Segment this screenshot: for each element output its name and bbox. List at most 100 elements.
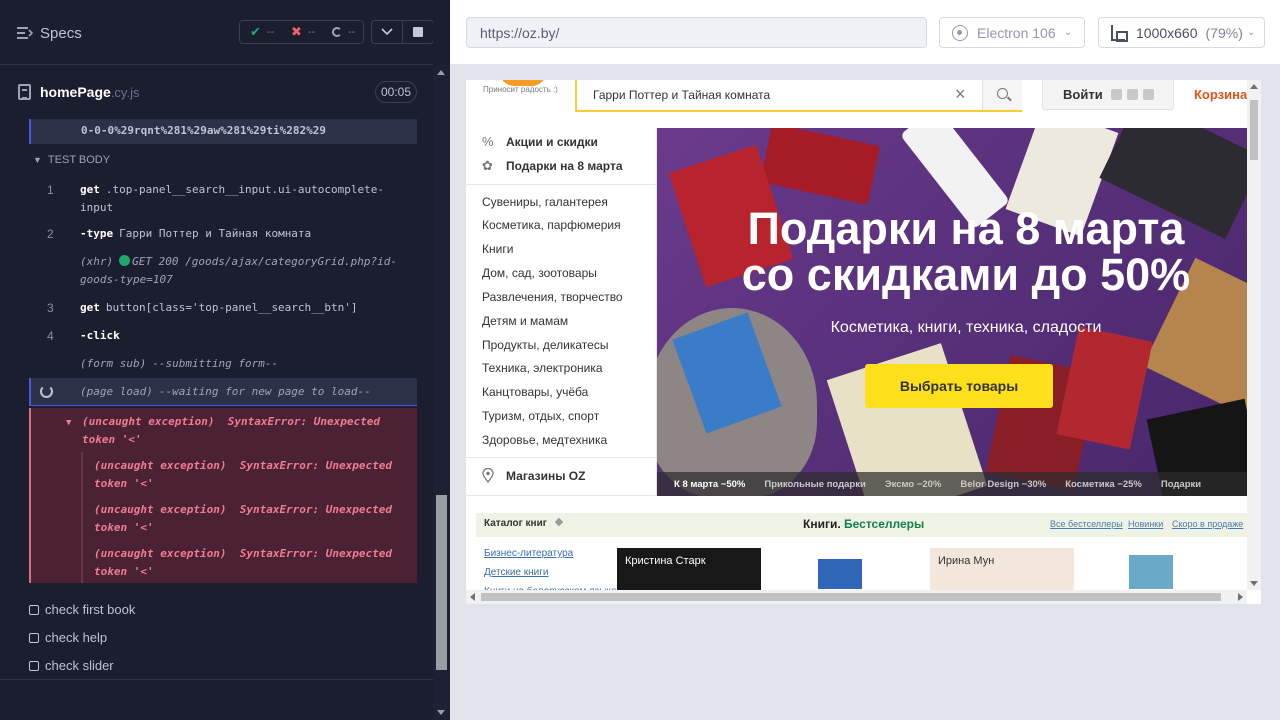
reporter-scrollbar[interactable]	[433, 65, 450, 720]
chevron-down-icon: ⌄	[1064, 27, 1073, 38]
command-row[interactable]: 4 -click	[29, 322, 417, 350]
browser-selector[interactable]: Electron 106 ⌄	[939, 17, 1085, 48]
divider	[466, 457, 656, 458]
catalog-title[interactable]: Каталог книг	[484, 518, 547, 529]
nav-category[interactable]: Здоровье, медтехника	[482, 433, 607, 447]
nav-promo-gifts[interactable]: ✿ Подарки на 8 марта	[482, 158, 623, 173]
error-row[interactable]: ▼ (uncaught exception) SyntaxError: Unex…	[31, 408, 417, 452]
search-button[interactable]	[982, 80, 1022, 110]
nav-category[interactable]: Детям и мамам	[482, 314, 568, 328]
clear-icon[interactable]: ×	[955, 84, 966, 105]
specs-list-icon[interactable]	[17, 26, 33, 40]
banner-tab[interactable]: Эксмо −20%	[868, 479, 944, 490]
nav-category[interactable]: Дом, сад, зоотовары	[482, 266, 597, 280]
book-cover[interactable]: Ирина Мун	[930, 548, 1074, 590]
error-row[interactable]: (uncaught exception) SyntaxError: Unexpe…	[83, 496, 417, 540]
new-releases-link[interactable]: Новинки	[1128, 519, 1163, 529]
scroll-down-icon[interactable]	[437, 710, 445, 715]
book-cover[interactable]	[1129, 555, 1173, 589]
nav-category[interactable]: Канцтовары, учёба	[482, 385, 588, 399]
category-nav: % Акции и скидки ✿ Подарки на 8 марта Суве…	[466, 128, 657, 496]
ok-icon[interactable]	[1127, 89, 1138, 100]
banner-tabs: К 8 марта −50% Прикольные подарки Эксмо …	[657, 472, 1247, 496]
login-button[interactable]: Войти	[1042, 80, 1174, 110]
nav-category[interactable]: Техника, электроника	[482, 361, 603, 375]
book-cover[interactable]	[818, 559, 862, 589]
command-row[interactable]: (xhr) GET 200 /goods/ajax/categoryGrid.ph…	[29, 248, 417, 294]
command-row[interactable]: 1 get .top-panel__search__input.ui-autocom…	[29, 176, 417, 220]
command-row[interactable]: 2 -type Гарри Поттер и Тайная комната	[29, 220, 417, 248]
cart-link[interactable]: Корзина	[1194, 87, 1247, 102]
all-bestsellers-link[interactable]: Все бестселлеры	[1050, 519, 1123, 529]
banner-subtitle: Косметика, книги, техника, сладости	[830, 319, 1102, 336]
aut-iframe: Приносит радость :) Гарри Поттер и Тайна…	[466, 80, 1261, 604]
command-log: 0-0-0%29rqnt%281%29aw%281%29ti%282%29 ▼ T…	[29, 119, 417, 583]
status-dot-icon	[119, 255, 131, 266]
caret-down-icon: ▼	[66, 418, 72, 428]
pending-icon	[332, 27, 342, 37]
book-cover[interactable]: Кристина Старк	[617, 548, 761, 590]
command-row[interactable]: 3 get button[class='top-panel__search__btn…	[29, 294, 417, 322]
viewport-icon	[1111, 25, 1128, 42]
nav-category[interactable]: Туризм, отдых, спорт	[482, 409, 599, 423]
test-item[interactable]: check help	[29, 630, 107, 645]
spec-name[interactable]: homePage.cy.js	[40, 84, 139, 100]
command-row[interactable]: (form sub) --submitting form--	[29, 350, 417, 378]
scrollbar-thumb[interactable]	[436, 495, 447, 670]
nav-promo-sales[interactable]: % Акции и скидки	[482, 134, 598, 149]
banner-tab[interactable]: Прикольные подарки	[747, 479, 867, 490]
chevron-down-icon: ⌄	[1247, 27, 1256, 38]
command-row-loading[interactable]: (page load) --waiting for new page to loa…	[29, 378, 417, 406]
scroll-up-icon[interactable]	[1250, 84, 1258, 89]
caret-down-icon: ▼	[33, 155, 42, 165]
site-header: Приносит радость :) Гарри Поттер и Тайна…	[466, 80, 1247, 128]
cypress-reporter: Specs ✔ -- ✖ -- -- homePage.cy.js 00:05 0-…	[0, 0, 433, 720]
nav-category[interactable]: Развлечения, творчество	[482, 290, 623, 304]
passed-stat: ✔ --	[250, 24, 275, 39]
stop-button[interactable]	[402, 20, 433, 44]
nav-stores[interactable]: Магазины OZ	[482, 468, 585, 483]
catalog-link[interactable]: Бизнес-литература	[484, 548, 573, 559]
search-input[interactable]: Гарри Поттер и Тайная комната	[593, 88, 770, 102]
coming-soon-link[interactable]: Скоро в продаже	[1172, 519, 1243, 529]
nav-category[interactable]: Книги	[482, 242, 513, 256]
nav-category[interactable]: Сувениры, галантерея	[482, 195, 608, 209]
banner-tab[interactable]: К 8 марта −50%	[657, 479, 747, 490]
site-horizontal-scrollbar[interactable]	[466, 590, 1247, 604]
banner-tab[interactable]: Belor Design −30%	[943, 479, 1048, 490]
spinner-icon	[40, 385, 53, 398]
oz-site: Приносит радость :) Гарри Поттер и Тайна…	[466, 80, 1247, 590]
bestsellers-section: Каталог книг Книги. Бестселлеры Все бест…	[476, 513, 1247, 590]
vk-icon[interactable]	[1111, 89, 1122, 100]
viewport-selector[interactable]: 1000x660 (79%) ⌄	[1098, 17, 1265, 48]
expand-all-button[interactable]	[371, 20, 403, 44]
promo-banner[interactable]: Подарки на 8 марта со скидками до 50% Кос…	[657, 128, 1247, 496]
url-command-row[interactable]: 0-0-0%29rqnt%281%29aw%281%29ti%282%29	[29, 119, 417, 144]
google-icon[interactable]	[1143, 89, 1154, 100]
nav-category[interactable]: Косметика, парфюмерия	[482, 218, 621, 232]
scroll-right-icon[interactable]	[1238, 593, 1243, 601]
test-item[interactable]: check first book	[29, 602, 135, 617]
divider	[0, 679, 433, 680]
test-status-icon	[29, 660, 39, 671]
test-item[interactable]: check slider	[29, 658, 114, 673]
scroll-up-icon[interactable]	[437, 70, 445, 75]
scroll-down-icon[interactable]	[1250, 581, 1258, 586]
banner-tab[interactable]: Подарки	[1144, 479, 1203, 490]
error-row[interactable]: (uncaught exception) SyntaxError: Unexpe…	[83, 540, 417, 583]
scrollbar-thumb[interactable]	[481, 593, 1221, 601]
specs-label[interactable]: Specs	[40, 25, 82, 42]
file-icon	[18, 84, 31, 100]
choose-goods-button[interactable]: Выбрать товары	[865, 364, 1053, 408]
banner-tab[interactable]: Косметика −25%	[1048, 479, 1144, 490]
chevron-down-icon	[381, 28, 393, 36]
section-heading: Книги. Бестселлеры	[803, 517, 925, 531]
aut-url-field[interactable]: https://oz.by/	[466, 17, 927, 48]
test-body-header[interactable]: ▼ TEST BODY	[29, 144, 417, 176]
site-vertical-scrollbar[interactable]	[1247, 80, 1261, 590]
scrollbar-thumb[interactable]	[1250, 100, 1258, 160]
nav-category[interactable]: Продукты, деликатесы	[482, 338, 608, 352]
scroll-left-icon[interactable]	[470, 593, 475, 601]
error-row[interactable]: (uncaught exception) SyntaxError: Unexpe…	[83, 452, 417, 496]
catalog-link[interactable]: Детские книги	[484, 567, 549, 578]
